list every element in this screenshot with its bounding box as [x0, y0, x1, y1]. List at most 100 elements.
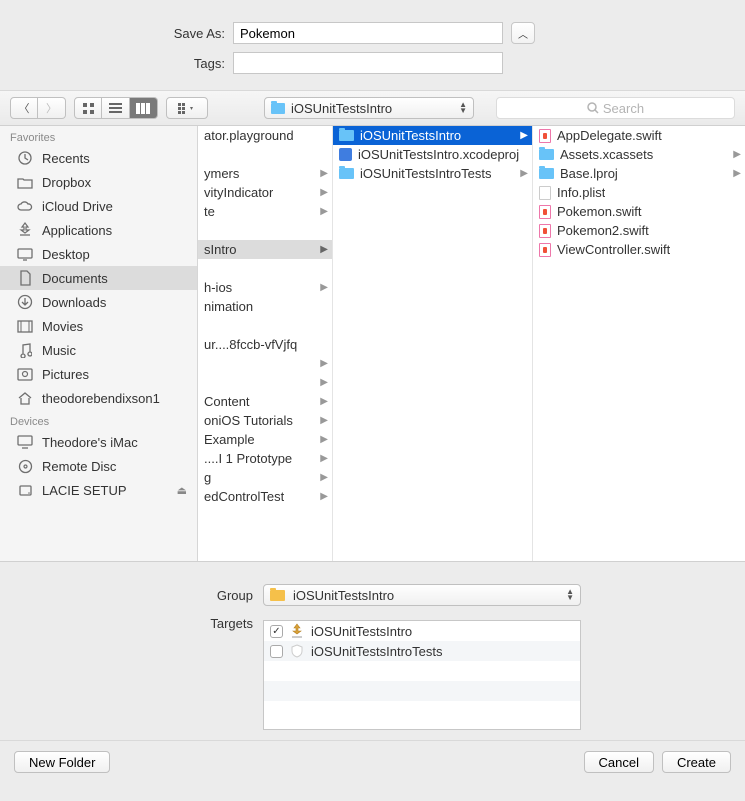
column-item[interactable]: iOSUnitTestsIntroTests▶ [333, 164, 532, 183]
columns-icon [136, 103, 151, 114]
sidebar-item-label: Recents [42, 151, 90, 166]
column-item[interactable]: nimation [198, 297, 332, 316]
column-item[interactable]: ymers▶ [198, 164, 332, 183]
sidebar-item-pictures[interactable]: Pictures [0, 362, 197, 386]
chevron-right-icon: ▶ [520, 130, 528, 141]
folder-gray-icon [16, 174, 34, 190]
view-icons-button[interactable] [74, 97, 102, 119]
folder-icon [539, 149, 554, 160]
column-item[interactable]: Pokemon.swift [533, 202, 745, 221]
search-placeholder: Search [603, 101, 644, 116]
chevron-right-icon: ▶ [320, 434, 328, 445]
sidebar-item-label: LACIE SETUP [42, 483, 127, 498]
column-item[interactable]: ViewController.swift [533, 240, 745, 259]
column-item[interactable]: h-ios▶ [198, 278, 332, 297]
sidebar-item-movies[interactable]: Movies [0, 314, 197, 338]
column-item[interactable]: ur....8fccb-vfVjfq [198, 335, 332, 354]
column-item[interactable]: g▶ [198, 468, 332, 487]
column-item-label: Example [204, 432, 255, 447]
column-item[interactable]: Info.plist [533, 183, 745, 202]
chevron-right-icon: ▶ [320, 396, 328, 407]
chevron-right-icon: ▶ [320, 168, 328, 179]
sidebar-item-music[interactable]: Music [0, 338, 197, 362]
chevron-right-icon: ▶ [320, 244, 328, 255]
sidebar-item-downloads[interactable]: Downloads [0, 290, 197, 314]
sidebar-item-desktop[interactable]: Desktop [0, 242, 197, 266]
column-item-label: ViewController.swift [557, 242, 670, 257]
nav-forward-button[interactable]: 〉 [38, 97, 66, 119]
grid-icon [82, 102, 95, 115]
column-item[interactable]: iOSUnitTestsIntro▶ [333, 126, 532, 145]
column-item[interactable]: sIntro▶ [198, 240, 332, 259]
column-item[interactable]: edControlTest▶ [198, 487, 332, 506]
column-item[interactable]: Pokemon2.swift [533, 221, 745, 240]
target-checkbox[interactable] [270, 645, 283, 658]
sidebar-item-label: Pictures [42, 367, 89, 382]
sidebar-item-remote-disc[interactable]: Remote Disc [0, 454, 197, 478]
targets-list[interactable]: ✓ iOSUnitTestsIntro iOSUnitTestsIntroTests [263, 620, 581, 730]
column-item-label: Content [204, 394, 250, 409]
target-label: iOSUnitTestsIntro [311, 624, 412, 639]
column-item[interactable]: Base.lproj▶ [533, 164, 745, 183]
sidebar-item-recents[interactable]: Recents [0, 146, 197, 170]
chevron-right-icon: ▶ [320, 282, 328, 293]
chevron-right-icon: ▶ [320, 358, 328, 369]
cloud-icon [16, 198, 34, 214]
column-item-label: oniOS Tutorials [204, 413, 293, 428]
target-checkbox[interactable]: ✓ [270, 625, 283, 638]
sidebar-item-theodore-s-imac[interactable]: Theodore's iMac [0, 430, 197, 454]
collapse-button[interactable]: ︿ [511, 22, 535, 44]
column-item[interactable]: ▶ [198, 354, 332, 373]
cancel-button[interactable]: Cancel [584, 751, 654, 773]
download-icon [16, 294, 34, 310]
view-list-button[interactable] [102, 97, 130, 119]
column-item[interactable]: oniOS Tutorials▶ [198, 411, 332, 430]
eject-icon[interactable]: ⏏ [177, 484, 187, 497]
updown-icon: ▲▼ [566, 589, 574, 601]
nav-back-button[interactable]: 〈 [10, 97, 38, 119]
column-item[interactable]: Example ▶ [198, 430, 332, 449]
sidebar-item-theodorebendixson1[interactable]: theodorebendixson1 [0, 386, 197, 410]
view-columns-button[interactable] [130, 97, 158, 119]
target-row[interactable]: iOSUnitTestsIntroTests [264, 641, 580, 661]
group-popup[interactable]: iOSUnitTestsIntro ▲▼ [263, 584, 581, 606]
sidebar-item-label: Applications [42, 223, 112, 238]
column-item[interactable]: ▶ [198, 373, 332, 392]
new-folder-button[interactable]: New Folder [14, 751, 110, 773]
target-label: iOSUnitTestsIntroTests [311, 644, 443, 659]
chevron-right-icon: ▶ [320, 206, 328, 217]
column-item[interactable]: ....I 1 Prototype▶ [198, 449, 332, 468]
sidebar-item-icloud-drive[interactable]: iCloud Drive [0, 194, 197, 218]
sidebar-item-documents[interactable]: Documents [0, 266, 197, 290]
sidebar-item-dropbox[interactable]: Dropbox [0, 170, 197, 194]
folder-icon [539, 168, 554, 179]
swift-file-icon [539, 205, 551, 219]
column-item[interactable]: te▶ [198, 202, 332, 221]
sidebar-item-applications[interactable]: Applications [0, 218, 197, 242]
save-as-input[interactable] [233, 22, 503, 44]
group-value: iOSUnitTestsIntro [293, 588, 394, 603]
column-item[interactable]: iOSUnitTestsIntro.xcodeproj [333, 145, 532, 164]
column-item-label: iOSUnitTestsIntro.xcodeproj [358, 147, 519, 162]
chevron-right-icon: ▶ [320, 472, 328, 483]
file-browser: Favorites RecentsDropboxiCloud DriveAppl… [0, 126, 745, 561]
create-button[interactable]: Create [662, 751, 731, 773]
column-item[interactable]: vityIndicator▶ [198, 183, 332, 202]
column-item[interactable]: ator.playground [198, 126, 332, 145]
column-item-label: vityIndicator [204, 185, 273, 200]
target-icon [289, 643, 305, 659]
column-item[interactable]: Content ▶ [198, 392, 332, 411]
sidebar-item-label: Documents [42, 271, 108, 286]
search-field[interactable]: Search [496, 97, 735, 119]
arrange-button[interactable] [166, 97, 208, 119]
target-row[interactable]: ✓ iOSUnitTestsIntro [264, 621, 580, 641]
sidebar-item-lacie-setup[interactable]: LACIE SETUP ⏏ [0, 478, 197, 502]
folder-icon [339, 130, 354, 141]
sidebar-item-label: Remote Disc [42, 459, 116, 474]
column-item[interactable]: AppDelegate.swift [533, 126, 745, 145]
tags-input[interactable] [233, 52, 503, 74]
devices-header: Devices [0, 410, 197, 430]
path-popup[interactable]: iOSUnitTestsIntro ▲▼ [264, 97, 474, 119]
chevron-right-icon: ▶ [733, 168, 741, 179]
column-item[interactable]: Assets.xcassets▶ [533, 145, 745, 164]
